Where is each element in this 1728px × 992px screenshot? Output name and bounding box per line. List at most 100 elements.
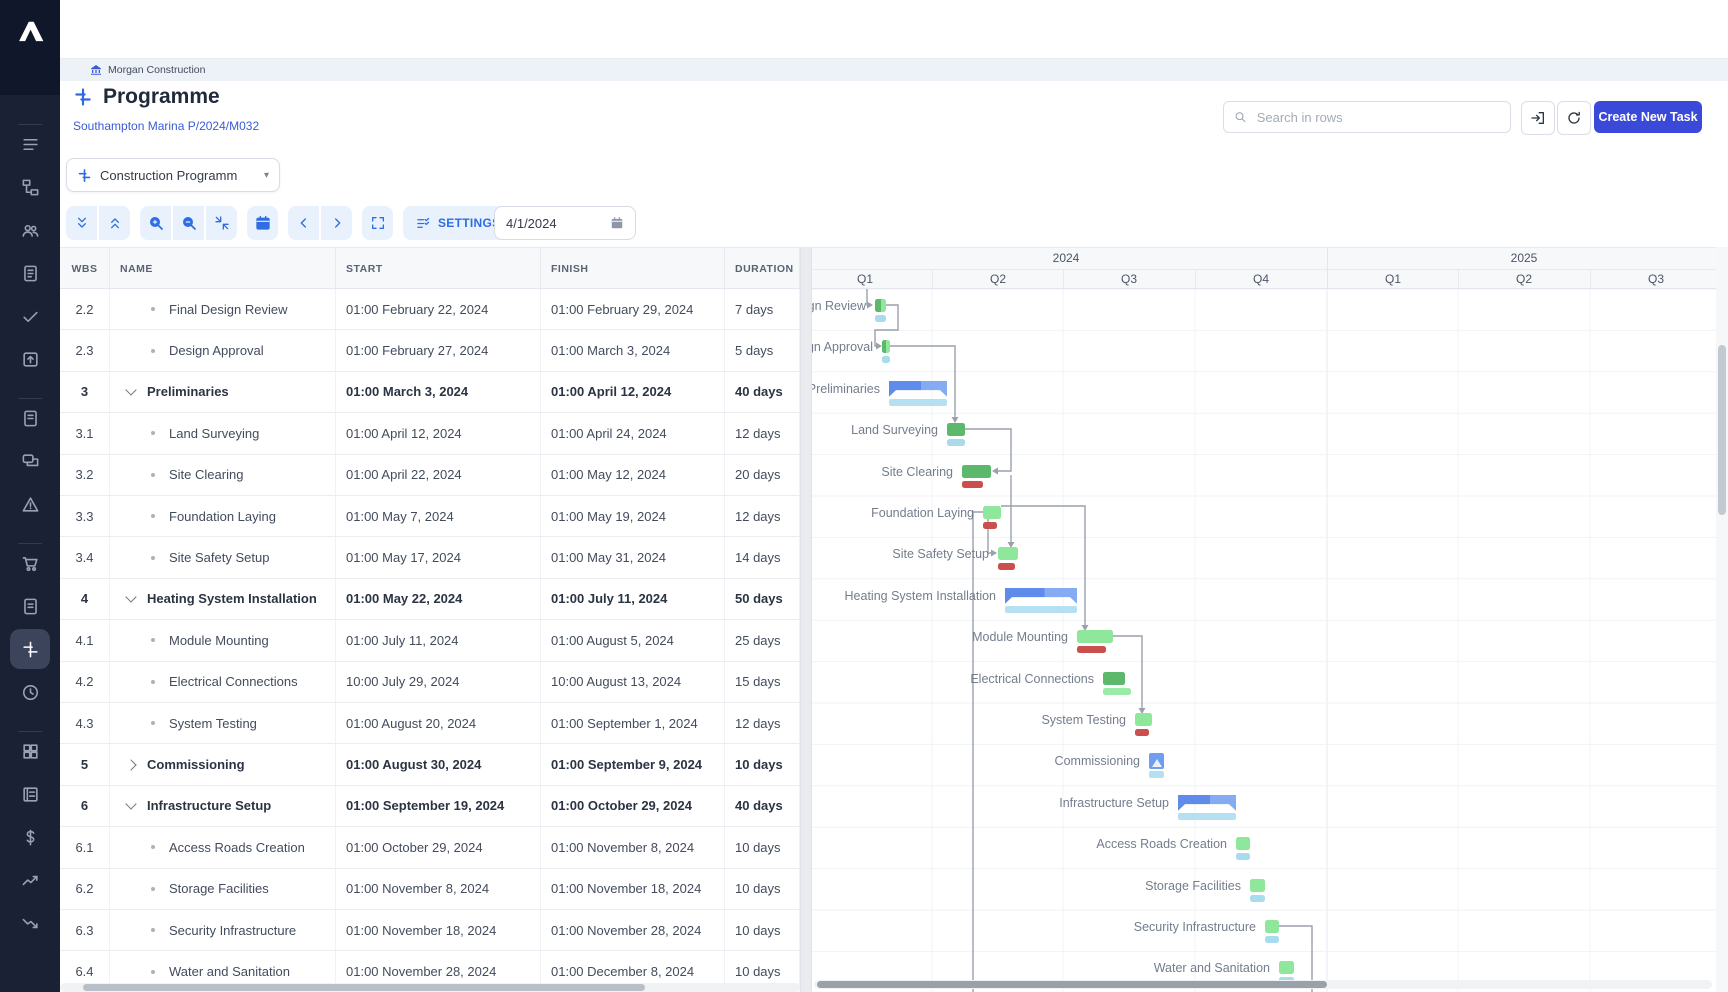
create-new-task-button[interactable]: Create New Task — [1594, 101, 1702, 133]
sidebar-item-cart-icon[interactable] — [10, 543, 50, 583]
prev-button[interactable] — [288, 206, 319, 240]
table-cell: 01:00 April 12, 2024 — [541, 372, 725, 412]
compress-button[interactable] — [206, 206, 237, 240]
gantt-quarter-label: Q2 — [990, 272, 1006, 286]
finish-date: 01:00 April 12, 2024 — [551, 384, 671, 399]
gantt-task-label: Site Safety Setup — [892, 547, 989, 561]
column-header-wbs[interactable]: WBS — [60, 248, 110, 290]
gantt-baseline-bar — [1077, 646, 1106, 653]
gantt-task-bar[interactable] — [998, 547, 1018, 560]
table-row-6.1[interactable]: 6.1Access Roads Creation01:00 October 29… — [60, 827, 800, 868]
gantt-task-progress — [1103, 672, 1125, 685]
fullscreen-button[interactable] — [362, 206, 393, 240]
gantt-task-bar[interactable] — [1077, 630, 1113, 643]
company-building-icon — [90, 64, 102, 75]
refresh-button[interactable] — [1557, 101, 1591, 135]
gantt-task-bar[interactable] — [962, 465, 991, 478]
zoom-out-button[interactable] — [173, 206, 204, 240]
sidebar-item-hierarchy-icon[interactable] — [10, 167, 50, 207]
breadcrumb[interactable]: Morgan Construction — [60, 58, 1728, 81]
gantt-task-progress — [875, 299, 881, 312]
table-row-4[interactable]: 4Heating System Installation01:00 May 22… — [60, 579, 800, 620]
table-horizontal-scrollbar[interactable] — [60, 983, 800, 992]
date-field[interactable]: 4/1/2024 — [494, 206, 636, 240]
sidebar-item-warning-icon[interactable] — [10, 484, 50, 524]
gantt-summary-bar[interactable] — [889, 381, 947, 407]
table-row-5[interactable]: 5Commissioning01:00 August 30, 202401:00… — [60, 744, 800, 785]
gantt-task-bar[interactable] — [983, 506, 1001, 519]
vertical-scrollbar[interactable] — [1716, 247, 1728, 992]
sidebar-item-file-2-icon[interactable] — [10, 586, 50, 626]
export-button[interactable] — [1521, 101, 1555, 135]
gantt-baseline-bar — [1250, 895, 1265, 902]
sidebar-item-document-icon[interactable] — [10, 253, 50, 293]
column-header-finish[interactable]: FINISH — [541, 248, 725, 290]
sidebar-item-list-icon[interactable] — [10, 124, 50, 164]
collapse-all-button[interactable] — [66, 206, 97, 240]
duration-value: 12 days — [735, 716, 781, 731]
sidebar-item-gantt-icon[interactable] — [10, 629, 50, 669]
table-row-3[interactable]: 3Preliminaries01:00 March 3, 202401:00 A… — [60, 372, 800, 413]
column-header-name[interactable]: NAME — [110, 248, 336, 290]
gantt-task-bar[interactable] — [1265, 920, 1279, 933]
table-cell: 25 days — [725, 620, 800, 660]
table-gantt-splitter[interactable] — [800, 247, 812, 992]
gantt-task-bar[interactable] — [1135, 713, 1152, 726]
project-subtitle-link[interactable]: Southampton Marina P/2024/M032 — [73, 119, 259, 133]
gantt-summary-bar[interactable] — [1005, 588, 1077, 614]
table-row-6[interactable]: 6Infrastructure Setup01:00 September 19,… — [60, 786, 800, 827]
table-cell: 12 days — [725, 496, 800, 536]
zoom-in-button[interactable] — [140, 206, 171, 240]
gantt-baseline-bar — [875, 315, 886, 322]
sidebar-item-dollar-icon[interactable] — [10, 817, 50, 857]
table-cell: 01:00 April 12, 2024 — [336, 413, 541, 453]
sidebar-item-trend-up-icon[interactable] — [10, 860, 50, 900]
table-row-3.4[interactable]: 3.4Site Safety Setup01:00 May 17, 202401… — [60, 537, 800, 578]
expand-chevron-icon[interactable] — [125, 759, 136, 770]
column-header-start[interactable]: START — [336, 248, 541, 290]
sidebar-item-check-icon[interactable] — [10, 296, 50, 336]
table-row-6.2[interactable]: 6.2Storage Facilities01:00 November 8, 2… — [60, 869, 800, 910]
gantt-task-bar[interactable] — [1236, 837, 1250, 850]
table-row-3.1[interactable]: 3.1Land Surveying01:00 April 12, 202401:… — [60, 413, 800, 454]
table-row-2.3[interactable]: 2.3Design Approval01:00 February 27, 202… — [60, 330, 800, 371]
next-button[interactable] — [321, 206, 352, 240]
gantt-chart: 20242025Q1Q2Q3Q4Q1Q2Q3 Final Design Revi… — [812, 247, 1716, 992]
gantt-task-bar[interactable] — [882, 340, 890, 353]
app-logo[interactable] — [0, 0, 60, 95]
sidebar-item-grid-icon[interactable] — [10, 731, 50, 771]
table-row-4.1[interactable]: 4.1Module Mounting01:00 July 11, 202401:… — [60, 620, 800, 661]
gantt-collapsed-summary-bar[interactable] — [1149, 753, 1164, 779]
table-row-3.2[interactable]: 3.2Site Clearing01:00 April 22, 202401:0… — [60, 455, 800, 496]
gantt-task-bar[interactable] — [875, 299, 886, 312]
gantt-task-bar[interactable] — [1279, 961, 1294, 974]
table-row-4.2[interactable]: 4.2Electrical Connections10:00 July 29, … — [60, 662, 800, 703]
table-row-6.3[interactable]: 6.3Security Infrastructure01:00 November… — [60, 910, 800, 951]
sidebar-item-users-icon[interactable] — [10, 210, 50, 250]
column-header-duration[interactable]: DURATION — [725, 248, 800, 290]
sidebar-item-clock-icon[interactable] — [10, 672, 50, 712]
sidebar-item-file-upload-icon[interactable] — [10, 339, 50, 379]
collapse-chevron-icon[interactable] — [125, 592, 136, 603]
calendar-button[interactable] — [247, 206, 278, 240]
view-selector-dropdown[interactable]: Construction Programm ▾ — [66, 158, 280, 192]
gantt-task-bar[interactable] — [947, 423, 965, 436]
collapse-chevron-icon[interactable] — [125, 799, 136, 810]
expand-all-button[interactable] — [99, 206, 130, 240]
gantt-task-label: Security Infrastructure — [1134, 920, 1256, 934]
gantt-horizontal-scrollbar[interactable] — [814, 980, 1712, 989]
sidebar-item-file-icon[interactable] — [10, 398, 50, 438]
gantt-summary-bar[interactable] — [1178, 795, 1236, 821]
bullet-icon — [151, 721, 155, 725]
search-input[interactable] — [1255, 109, 1500, 126]
table-row-3.3[interactable]: 3.3Foundation Laying01:00 May 7, 202401:… — [60, 496, 800, 537]
table-row-4.3[interactable]: 4.3System Testing01:00 August 20, 202401… — [60, 703, 800, 744]
sidebar-item-rows-icon[interactable] — [10, 774, 50, 814]
collapse-chevron-icon[interactable] — [125, 385, 136, 396]
sidebar-item-trend-down-icon[interactable] — [10, 903, 50, 943]
view-selector-value: Construction Programm — [100, 168, 256, 183]
table-row-2.2[interactable]: 2.2Final Design Review01:00 February 22,… — [60, 289, 800, 330]
sidebar-item-chat-icon[interactable] — [10, 441, 50, 481]
gantt-task-bar[interactable] — [1250, 879, 1265, 892]
gantt-task-bar[interactable] — [1103, 672, 1125, 685]
